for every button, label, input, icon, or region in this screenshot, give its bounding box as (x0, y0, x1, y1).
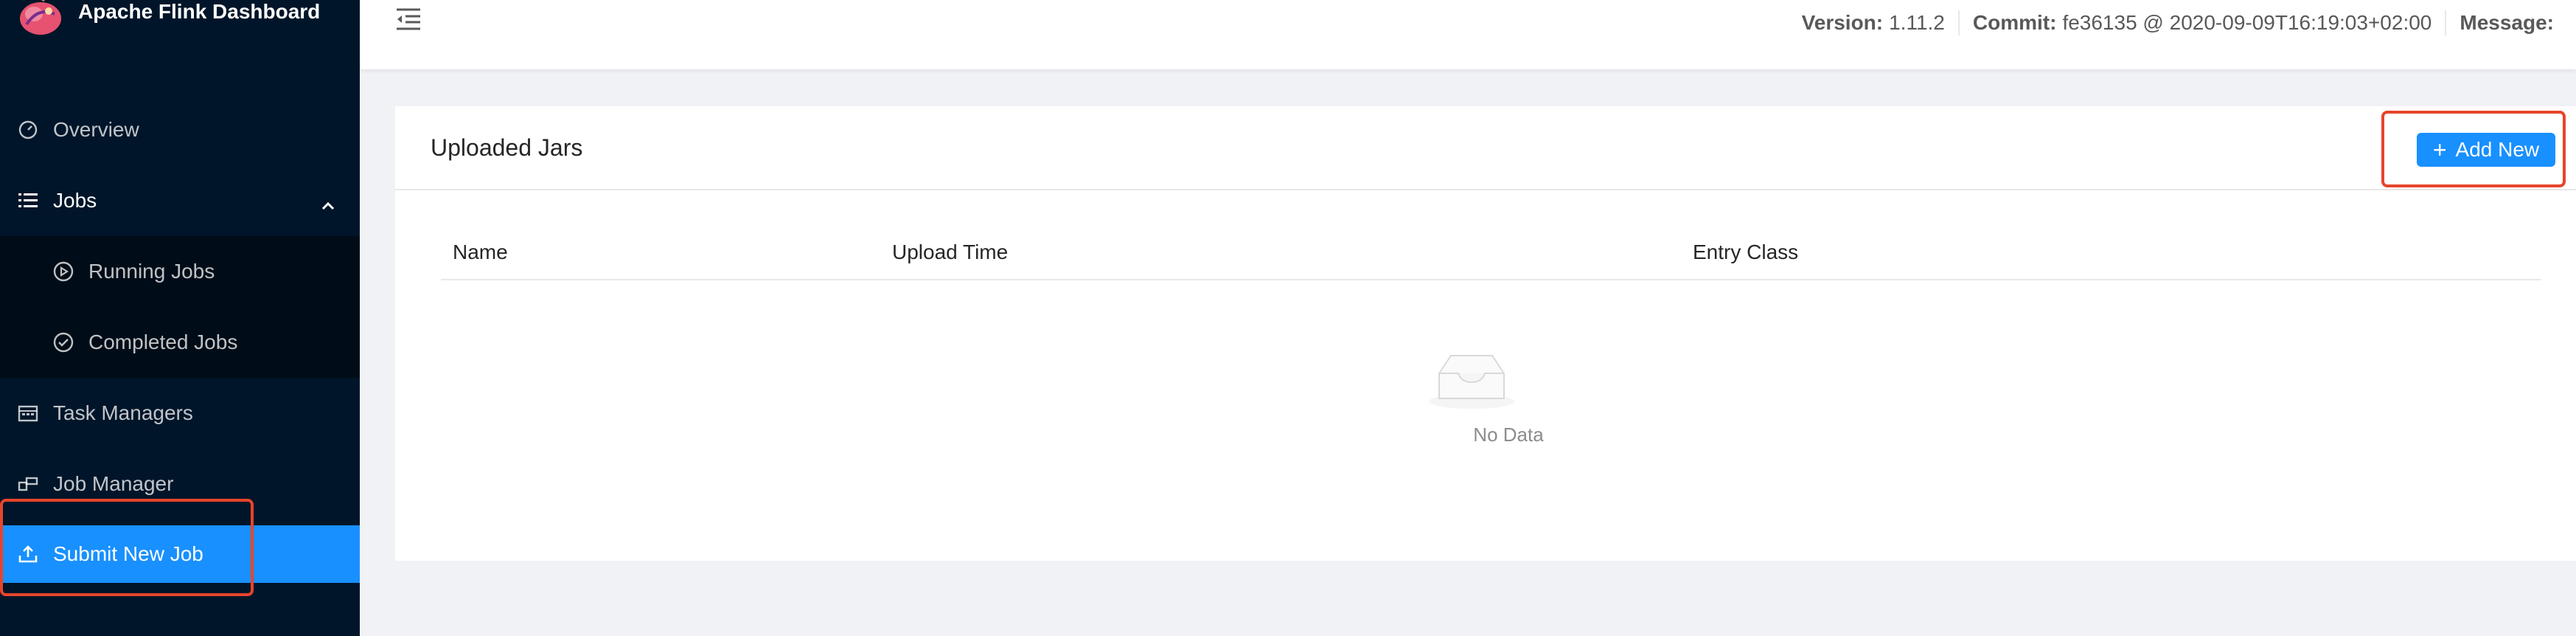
sidebar-item-job-manager[interactable]: Job Manager (0, 449, 360, 519)
sidebar-item-label: Task Managers (53, 401, 193, 424)
sidebar: Apache Flink Dashboard Overview Jobs Run… (0, 0, 360, 636)
plus-icon: + (2432, 136, 2447, 163)
add-new-label: Add New (2455, 138, 2540, 161)
upload-icon (18, 544, 38, 564)
chevron-up-icon (321, 192, 335, 215)
sidebar-item-label: Running Jobs (88, 260, 215, 283)
card-title: Uploaded Jars (431, 134, 583, 161)
version-value: 1.11.2 (1889, 11, 1945, 34)
commit-value: fe36135 @ 2020-09-09T16:19:03+02:00 (2062, 11, 2432, 34)
sidebar-item-label: Submit New Job (53, 542, 203, 565)
column-header-name[interactable]: Name (453, 241, 508, 264)
divider (2445, 10, 2447, 35)
sidebar-item-label: Overview (53, 118, 139, 141)
empty-inbox-icon (1413, 350, 1531, 414)
dashboard-icon (18, 120, 38, 140)
flink-logo-icon (16, 0, 65, 38)
sidebar-item-jobs[interactable]: Jobs (0, 165, 360, 236)
sidebar-item-label: Completed Jobs (88, 331, 238, 353)
version-label: Version: (1801, 11, 1884, 34)
commit-label: Commit: (1972, 11, 2057, 34)
add-new-button[interactable]: + Add New (2417, 133, 2555, 167)
menu-fold-icon[interactable] (395, 7, 423, 32)
column-header-upload-time[interactable]: Upload Time (892, 241, 1008, 264)
sidebar-item-task-managers[interactable]: Task Managers (0, 378, 360, 449)
sidebar-item-submit-new-job[interactable]: Submit New Job (0, 525, 360, 583)
divider (1957, 10, 1960, 35)
top-header: Version: 1.11.2 Commit: fe36135 @ 2020-0… (360, 0, 2576, 69)
sidebar-item-completed-jobs[interactable]: Completed Jobs (0, 307, 360, 378)
schedule-icon (18, 403, 38, 424)
build-icon (18, 474, 38, 494)
logo[interactable]: Apache Flink Dashboard (0, 0, 360, 52)
list-icon (18, 190, 38, 211)
sidebar-item-label: Job Manager (53, 472, 174, 495)
message-label: Message: (2460, 11, 2554, 34)
app-root: Apache Flink Dashboard Overview Jobs Run… (0, 0, 2576, 636)
empty-text: No Data (1473, 424, 1544, 446)
sidebar-item-label: Jobs (53, 189, 97, 212)
build-info: Version: 1.11.2 Commit: fe36135 @ 2020-0… (1802, 10, 2554, 35)
column-header-entry-class[interactable]: Entry Class (1693, 241, 1798, 264)
card-header: Uploaded Jars + Add New (395, 106, 2576, 190)
table-header: Name Upload Time Entry Class (441, 236, 2541, 280)
check-circle-icon (53, 332, 74, 353)
app-title: Apache Flink Dashboard (78, 0, 321, 23)
play-circle-icon (53, 261, 74, 282)
uploaded-jars-card: Uploaded Jars + Add New Name Upload Time… (395, 106, 2576, 561)
sidebar-item-overview[interactable]: Overview (0, 94, 360, 165)
sidebar-item-running-jobs[interactable]: Running Jobs (0, 236, 360, 307)
